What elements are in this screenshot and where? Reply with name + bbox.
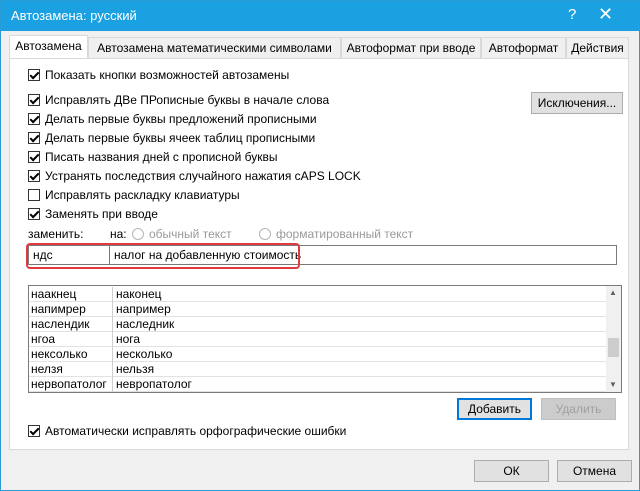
replace-label: заменить:: [28, 227, 84, 241]
formatted-text-label: форматированный текст: [276, 227, 414, 241]
window-title: Автозамена: русский: [11, 8, 137, 23]
caps-lock-label: Устранять последствия случайного нажатия…: [45, 169, 361, 183]
caps-lock-checkbox[interactable]: [28, 170, 40, 182]
column-divider: [112, 287, 113, 302]
list-item-to: нога: [116, 332, 141, 346]
tab-math-autocorrect[interactable]: Автозамена математическими символами: [88, 37, 341, 58]
delete-button[interactable]: Удалить: [541, 398, 616, 420]
scroll-up-icon[interactable]: ▲: [609, 288, 617, 297]
scroll-down-icon[interactable]: ▼: [609, 380, 617, 389]
list-item[interactable]: нелзя нельзя: [29, 362, 607, 377]
autocorrect-list[interactable]: наакнец наконец напимрер например наслен…: [28, 285, 622, 393]
two-caps-checkbox[interactable]: [28, 94, 40, 106]
formatted-text-radio[interactable]: [259, 228, 271, 240]
list-item-from: нервопатолог: [31, 377, 107, 391]
list-item-to: несколько: [116, 347, 173, 361]
ok-button[interactable]: ОК: [474, 460, 549, 482]
close-icon[interactable]: ✕: [598, 4, 613, 25]
list-item[interactable]: наслендик наследник: [29, 317, 607, 332]
list-item-from: нелзя: [31, 362, 63, 376]
list-item-to: нельзя: [116, 362, 155, 376]
list-item-from: наакнец: [31, 287, 77, 301]
show-buttons-checkbox[interactable]: [28, 69, 40, 81]
plain-text-radio[interactable]: [132, 228, 144, 240]
replace-typing-label: Заменять при вводе: [45, 207, 158, 221]
list-item-to: наконец: [116, 287, 162, 301]
show-buttons-label: Показать кнопки возможностей автозамены: [45, 68, 290, 82]
column-divider: [112, 332, 113, 347]
list-scrollbar[interactable]: ▲ ▼: [606, 286, 621, 392]
replace-typing-checkbox[interactable]: [28, 208, 40, 220]
with-label: на:: [110, 227, 127, 241]
scroll-thumb[interactable]: [608, 338, 619, 357]
list-item[interactable]: нервопатолог невропатолог: [29, 377, 607, 392]
column-divider: [112, 377, 113, 392]
add-button[interactable]: Добавить: [457, 398, 532, 420]
list-item-to: наследник: [116, 317, 175, 331]
sentence-caps-label: Делать первые буквы предложений прописны…: [45, 112, 317, 126]
keyboard-layout-label: Исправлять раскладку клавиатуры: [45, 188, 240, 202]
list-item[interactable]: нгоа нога: [29, 332, 607, 347]
tab-autocorrect[interactable]: Автозамена: [9, 35, 88, 58]
column-divider: [112, 347, 113, 362]
list-item-from: нексолько: [31, 347, 88, 361]
column-divider: [112, 317, 113, 332]
list-item-from: напимрер: [31, 302, 86, 316]
tab-autoformat-typing[interactable]: Автоформат при вводе: [341, 37, 481, 58]
list-item[interactable]: напимрер например: [29, 302, 607, 317]
plain-text-label: обычный текст: [149, 227, 232, 241]
column-divider: [112, 362, 113, 377]
list-item[interactable]: наакнец наконец: [29, 287, 607, 302]
exceptions-button[interactable]: Исключения...: [531, 92, 623, 114]
tab-actions[interactable]: Действия: [566, 37, 629, 58]
list-item-from: нгоа: [31, 332, 56, 346]
day-names-checkbox[interactable]: [28, 151, 40, 163]
column-divider: [112, 302, 113, 317]
day-names-label: Писать названия дней с прописной буквы: [45, 150, 278, 164]
autocorrect-dialog: Автозамена: русский ? ✕ Автозамена Автоз…: [0, 0, 640, 491]
auto-spelling-checkbox[interactable]: [28, 425, 40, 437]
table-caps-checkbox[interactable]: [28, 132, 40, 144]
help-icon[interactable]: ?: [568, 6, 576, 23]
highlight-frame: [26, 243, 300, 269]
title-bar: Автозамена: русский ? ✕: [1, 1, 639, 31]
sentence-caps-checkbox[interactable]: [28, 113, 40, 125]
auto-spelling-label: Автоматически исправлять орфографические…: [45, 424, 347, 438]
keyboard-layout-checkbox[interactable]: [28, 189, 40, 201]
two-caps-label: Исправлять ДВе ПРописные буквы в начале …: [45, 93, 330, 107]
list-item-to: например: [116, 302, 171, 316]
cancel-button[interactable]: Отмена: [557, 460, 632, 482]
tab-autoformat[interactable]: Автоформат: [481, 37, 566, 58]
list-item-to: невропатолог: [116, 377, 192, 391]
autocorrect-panel: Показать кнопки возможностей автозамены …: [9, 58, 629, 450]
list-item[interactable]: нексолько несколько: [29, 347, 607, 362]
list-item-from: наслендик: [31, 317, 90, 331]
table-caps-label: Делать первые буквы ячеек таблиц прописн…: [45, 131, 316, 145]
